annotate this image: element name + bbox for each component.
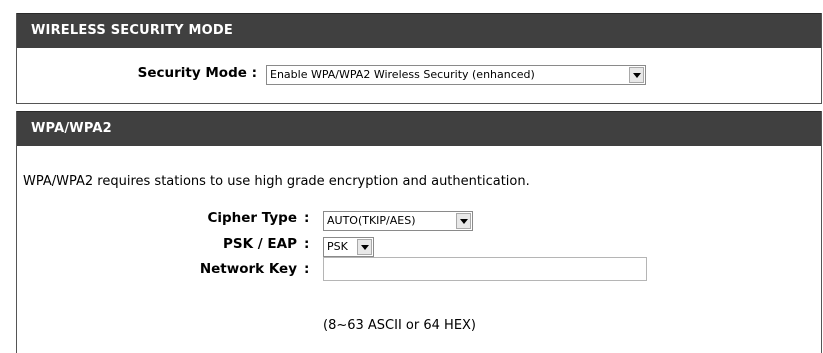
- security-mode-select[interactable]: Enable WPA/WPA2 Wireless Security (enhan…: [266, 65, 646, 85]
- cipher-type-value: AUTO(TKIP/AES): [327, 214, 416, 227]
- wireless-security-mode-section: WIRELESS SECURITY MODE Security Mode : E…: [16, 13, 822, 104]
- network-key-colon: :: [304, 261, 310, 277]
- network-key-hint: (8~63 ASCII or 64 HEX): [323, 318, 477, 333]
- psk-eap-value: PSK: [327, 240, 348, 253]
- psk-eap-select[interactable]: PSK: [323, 237, 374, 257]
- cipher-type-label: Cipher Type: [207, 210, 297, 226]
- chevron-down-icon[interactable]: [456, 213, 471, 229]
- wireless-security-mode-header: WIRELESS SECURITY MODE: [17, 13, 821, 48]
- wpa-wpa2-header: WPA/WPA2: [17, 111, 821, 146]
- chevron-down-icon[interactable]: [357, 239, 372, 255]
- psk-eap-colon: :: [304, 236, 310, 252]
- network-key-label: Network Key: [199, 261, 297, 277]
- wpa-description: WPA/WPA2 requires stations to use high g…: [23, 174, 530, 189]
- network-key-input[interactable]: [323, 257, 647, 281]
- psk-eap-label: PSK / EAP: [223, 236, 297, 252]
- wpa-wpa2-section: WPA/WPA2 WPA/WPA2 requires stations to u…: [16, 111, 822, 353]
- security-mode-label: Security Mode :: [137, 65, 257, 81]
- security-mode-value: Enable WPA/WPA2 Wireless Security (enhan…: [270, 68, 535, 81]
- cipher-type-select[interactable]: AUTO(TKIP/AES): [323, 211, 473, 231]
- cipher-type-colon: :: [304, 210, 310, 226]
- chevron-down-icon[interactable]: [629, 67, 644, 83]
